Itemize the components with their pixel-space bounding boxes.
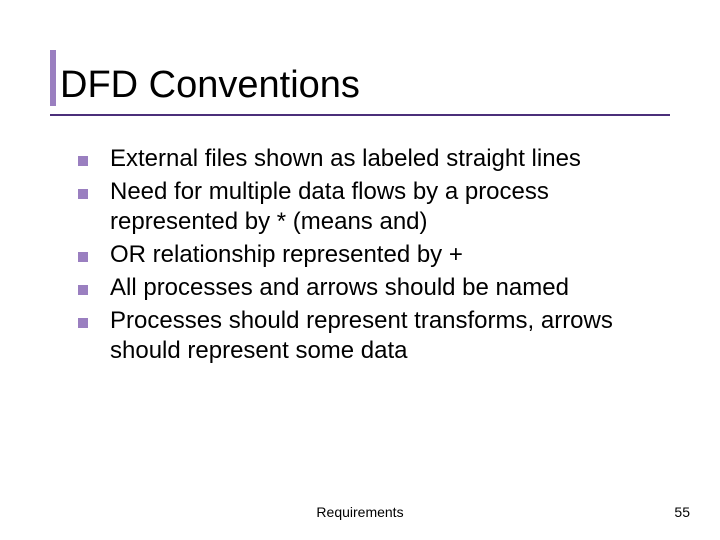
slide-title: DFD Conventions <box>60 66 360 106</box>
accent-bar-icon <box>50 50 56 106</box>
list-item: All processes and arrows should be named <box>78 273 670 304</box>
list-item-text: All processes and arrows should be named <box>110 274 569 301</box>
list-item-text: External files shown as labeled straight… <box>110 145 581 172</box>
square-bullet-icon <box>78 189 88 199</box>
slide: DFD Conventions External files shown as … <box>0 0 720 540</box>
bullet-list: External files shown as labeled straight… <box>50 144 670 367</box>
title-underline <box>50 114 670 116</box>
page-number: 55 <box>674 504 690 520</box>
square-bullet-icon <box>78 318 88 328</box>
footer-label: Requirements <box>0 504 720 520</box>
list-item: Need for multiple data flows by a proces… <box>78 177 670 238</box>
square-bullet-icon <box>78 252 88 262</box>
list-item: OR relationship represented by + <box>78 240 670 271</box>
list-item: External files shown as labeled straight… <box>78 144 670 175</box>
list-item: Processes should represent transforms, a… <box>78 306 670 367</box>
list-item-text: Processes should represent transforms, a… <box>110 307 613 365</box>
square-bullet-icon <box>78 156 88 166</box>
square-bullet-icon <box>78 285 88 295</box>
list-item-text: Need for multiple data flows by a proces… <box>110 178 549 236</box>
title-row: DFD Conventions <box>50 50 670 106</box>
list-item-text: OR relationship represented by + <box>110 241 463 268</box>
